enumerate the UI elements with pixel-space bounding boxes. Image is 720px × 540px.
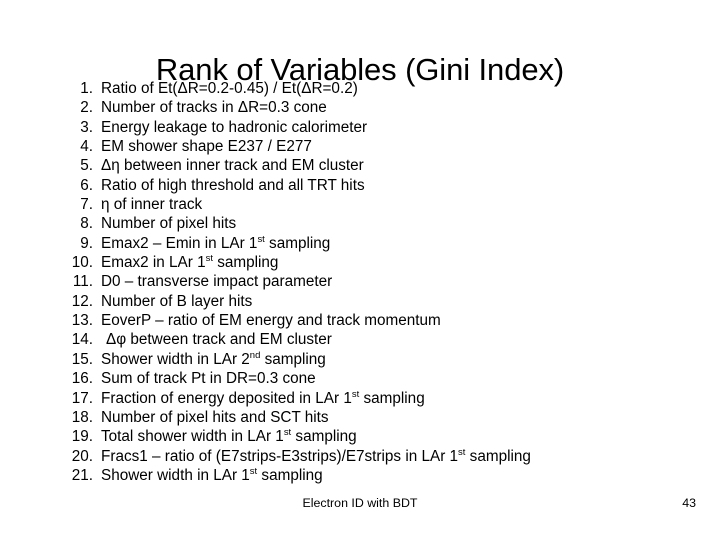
list-item: 21. Shower width in LAr 1st sampling [57, 466, 697, 485]
slide-canvas: Rank of Variables (Gini Index) 1. Ratio o… [0, 0, 720, 540]
list-item: 4. EM shower shape E237 / E277 [57, 137, 697, 156]
list-item-number: 15. [71, 350, 93, 368]
list-item-label: Sum of track Pt in DR=0.3 cone [101, 370, 316, 388]
list-item-number: 21. [71, 466, 93, 484]
list-item-label: Number of pixel hits [101, 215, 237, 233]
list-item-label: Ratio of Et(ΔR=0.2-0.45) / Et(ΔR=0.2) [101, 80, 358, 97]
page-number: 43 [682, 496, 696, 510]
list-item: 5. Δη between inner track and EM cluster [57, 156, 697, 175]
list-item: 7. η of inner track [57, 195, 697, 214]
list-item-number: 14. [71, 331, 93, 349]
list-item-number: 12. [71, 292, 93, 310]
list-item: 6. Ratio of high threshold and all TRT hi… [57, 176, 697, 195]
list-item-number: 18. [71, 408, 93, 426]
list-item-label: Fraction of energy deposited in LAr 1st … [101, 388, 425, 407]
slide-footer: Electron ID with BDT [302, 496, 418, 510]
list-item-label: Shower width in LAr 1st sampling [101, 465, 323, 484]
list-item-label: Number of B layer hits [101, 292, 253, 310]
list-item: 2. Number of tracks in ΔR=0.3 cone [57, 98, 697, 117]
list-item-label: EM shower shape E237 / E277 [101, 138, 312, 156]
list-item-number: 6. [80, 176, 93, 194]
list-item: 3. Energy leakage to hadronic calorimeter [57, 118, 697, 137]
list-item-label: Shower width in LAr 2nd sampling [101, 349, 326, 368]
list-item: 20. Fracs1 – ratio of (E7strips-E3strips)… [57, 447, 697, 466]
list-item: 14. Δφ between track and EM cluster [57, 330, 697, 349]
list-item-label: EoverP – ratio of EM energy and track mo… [101, 312, 441, 330]
list-item-label: Δφ between track and EM cluster [106, 331, 332, 349]
list-item-label: Ratio of high threshold and all TRT hits [101, 176, 365, 194]
list-item-label: Δη between inner track and EM cluster [101, 157, 364, 175]
list-item: 17. Fraction of energy deposited in LAr 1… [57, 389, 697, 408]
list-item-label: Emax2 – Emin in LAr 1st sampling [101, 233, 331, 252]
list-item-number: 2. [80, 99, 93, 117]
list-item: 12. Number of B layer hits [57, 292, 697, 311]
list-item-label: Total shower width in LAr 1st sampling [101, 427, 357, 446]
list-item-label: Fracs1 – ratio of (E7strips-E3strips)/E7… [101, 446, 531, 465]
variable-rank-list: 1. Ratio of Et(ΔR=0.2-0.45) / Et(ΔR=0.2) 2… [57, 79, 697, 485]
list-item-number: 11. [72, 273, 93, 291]
list-item-number: 4. [80, 138, 93, 156]
list-item-number: 16. [71, 370, 93, 388]
list-item-label: Number of tracks in ΔR=0.3 cone [101, 99, 327, 117]
list-item-label: η of inner track [101, 196, 203, 214]
list-item-number: 9. [80, 234, 93, 252]
list-item: 1. Ratio of Et(ΔR=0.2-0.45) / Et(ΔR=0.2) [57, 79, 697, 98]
list-item-number: 10. [71, 254, 93, 272]
list-item-label: D0 – transverse impact parameter [101, 273, 333, 291]
list-item-number: 5. [80, 157, 93, 175]
list-item: 8. Number of pixel hits [57, 214, 697, 233]
list-item-number: 20. [71, 447, 93, 465]
list-item: 18. Number of pixel hits and SCT hits [57, 408, 697, 427]
list-item-number: 17. [71, 389, 93, 407]
list-item-label: Emax2 in LAr 1st sampling [101, 253, 279, 272]
list-item: 10. Emax2 in LAr 1st sampling [57, 253, 697, 272]
list-item: 13. EoverP – ratio of EM energy and track… [57, 311, 697, 330]
list-item-number: 1. [80, 80, 93, 97]
list-item: 9. Emax2 – Emin in LAr 1st sampling [57, 234, 697, 253]
list-item-number: 8. [80, 215, 93, 233]
list-item: 15. Shower width in LAr 2nd sampling [57, 350, 697, 369]
list-item-number: 13. [71, 312, 93, 330]
list-item-label: Number of pixel hits and SCT hits [101, 408, 329, 426]
list-item: 19. Total shower width in LAr 1st samplin… [57, 427, 697, 446]
list-item-label: Energy leakage to hadronic calorimeter [101, 118, 368, 136]
list-item-number: 7. [80, 196, 93, 214]
list-item: 11. D0 – transverse impact parameter [57, 272, 697, 291]
list-item: 16. Sum of track Pt in DR=0.3 cone [57, 369, 697, 388]
list-item-number: 19. [71, 428, 93, 446]
list-item-number: 3. [80, 118, 93, 136]
